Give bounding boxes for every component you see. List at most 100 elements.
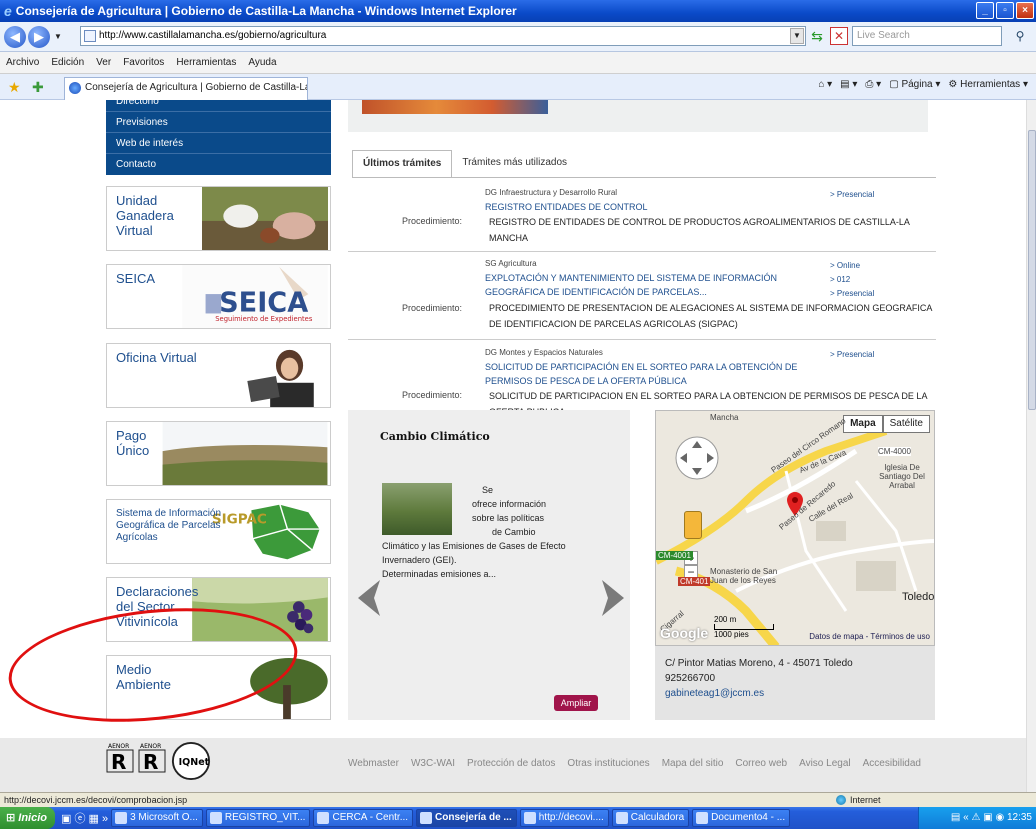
footer-link-accesibilidad[interactable]: Accesibilidad (863, 758, 921, 769)
menu-ayuda[interactable]: Ayuda (248, 57, 276, 68)
banner-title: SEICA (116, 271, 156, 286)
taskbar-item-active[interactable]: Consejería de ... (416, 809, 517, 827)
address-dropdown-icon[interactable]: ▼ (790, 28, 804, 44)
svg-text:R: R (143, 750, 158, 774)
procedure-dg: SG Agricultura (485, 259, 537, 268)
banner-unidad-ganadera[interactable]: Unidad Ganadera Virtual (106, 186, 331, 251)
vertical-scrollbar[interactable] (1026, 100, 1036, 792)
menu-herramientas[interactable]: Herramientas (176, 57, 236, 68)
address-input[interactable]: http://www.castillalamancha.es/gobierno/… (80, 26, 806, 46)
refresh-icon[interactable]: ⇆ (808, 27, 826, 45)
map-terms-link[interactable]: Datos de mapa - Términos de uso (809, 632, 930, 641)
google-map[interactable]: Mapa Satélite + − Mancha Paseo del Circo… (655, 410, 935, 646)
procedure-title-link[interactable]: REGISTRO ENTIDADES DE CONTROL (485, 200, 825, 214)
procedure-title-link[interactable]: EXPLOTACIÓN Y MANTENIMIENTO DEL SISTEMA … (485, 271, 815, 299)
quick-launch-icons[interactable]: ▣ ⓔ ▦ » (61, 810, 108, 826)
maximize-button[interactable]: ▫ (996, 2, 1014, 19)
sigpac-map-image: SIGPAC (211, 500, 329, 563)
livestock-image (202, 187, 328, 250)
banner-oficina-virtual[interactable]: Oficina Virtual (106, 343, 331, 408)
taskbar-item[interactable]: Calculadora (611, 809, 690, 827)
tab-tramites-utilizados[interactable]: Trámites más utilizados (452, 150, 577, 178)
map-type-button[interactable]: Mapa (843, 415, 883, 433)
taskbar-item[interactable]: http://decovi.... (519, 809, 609, 827)
procedure-item: DG Infraestructura y Desarrollo Rural RE… (348, 188, 936, 244)
nav-item-web-interes[interactable]: Web de interés (106, 133, 331, 154)
footer-link-instituciones[interactable]: Otras instituciones (567, 758, 649, 769)
menu-edicion[interactable]: Edición (51, 57, 84, 68)
nav-item-previsiones[interactable]: Previsiones (106, 112, 331, 133)
cert-label: AENOR (108, 743, 129, 750)
window-titlebar: e Consejería de Agricultura | Gobierno d… (0, 0, 1036, 22)
favorites-star-icon[interactable]: ★ (8, 79, 21, 96)
svg-text:SEICA: SEICA (219, 288, 308, 319)
tab-ultimos-tramites[interactable]: Últimos trámites (352, 150, 453, 178)
nav-item-directorio[interactable]: Directorio (106, 100, 331, 112)
page-icon (84, 30, 96, 42)
procedure-channel-012[interactable]: > 012 (830, 273, 874, 287)
page-menu[interactable]: ▢ Página ▾ (889, 79, 940, 90)
procedure-channel-online[interactable]: > Online (830, 259, 874, 273)
map-scale-metric: 200 m (714, 615, 737, 624)
previous-arrow-icon[interactable] (354, 578, 384, 618)
procedure-channel-link[interactable]: > Presencial (830, 348, 874, 362)
cambio-climatico-box: Cambio Climático Se ofrece información s… (348, 410, 630, 720)
home-icon[interactable]: ⌂ ▾ (818, 79, 832, 90)
footer-link-proteccion[interactable]: Protección de datos (467, 758, 555, 769)
map-pan-control-icon[interactable] (674, 435, 720, 481)
taskbar-item[interactable]: REGISTRO_VIT... (205, 809, 311, 827)
browser-tab[interactable]: Consejería de Agricultura | Gobierno de … (64, 77, 308, 100)
map-label: Monasterio de San Juan de los Reyes (710, 567, 778, 585)
history-dropdown-icon[interactable]: ▼ (54, 32, 62, 41)
cc-line: Se (482, 485, 494, 495)
procedure-divider (348, 339, 936, 340)
google-logo: Google (660, 625, 709, 641)
taskbar-item[interactable]: Documento4 - ... (692, 809, 791, 827)
add-favorite-icon[interactable]: ✚ (32, 79, 44, 96)
banner-seica[interactable]: SEICA Seguimiento de Expedientes SEICA (106, 264, 331, 329)
footer-link-correo[interactable]: Correo web (735, 758, 787, 769)
status-url: http://decovi.jccm.es/decovi/comprobacio… (4, 795, 188, 805)
footer-link-w3c[interactable]: W3C-WAI (411, 758, 455, 769)
feeds-icon[interactable]: ▤ ▾ (840, 79, 857, 90)
footer-link-webmaster[interactable]: Webmaster (348, 758, 399, 769)
tabs-divider (352, 177, 936, 178)
menu-ver[interactable]: Ver (96, 57, 111, 68)
tray-icons[interactable]: ▤ « ⚠ ▣ ◉ (951, 812, 1007, 823)
next-arrow-icon[interactable] (598, 578, 628, 618)
minimize-button[interactable]: _ (976, 2, 994, 19)
print-icon[interactable]: ⎙ ▾ (865, 79, 881, 90)
ampliar-button[interactable]: Ampliar (554, 695, 598, 711)
banner-pago-unico[interactable]: Pago Único (106, 421, 331, 486)
taskbar-item[interactable]: CERCA - Centr... (313, 809, 414, 827)
footer-link-aviso-legal[interactable]: Aviso Legal (799, 758, 851, 769)
satellite-type-button[interactable]: Satélite (882, 415, 930, 433)
footer-link-mapa-sitio[interactable]: Mapa del sitio (662, 758, 724, 769)
close-button[interactable]: × (1016, 2, 1034, 19)
stop-icon[interactable]: ✕ (830, 27, 848, 45)
search-input[interactable]: Live Search (852, 26, 1002, 46)
banner-sigpac[interactable]: SIGPAC Sistema de Información Geográfica… (106, 499, 331, 564)
cc-line: de Cambio (492, 527, 536, 537)
cert-label: IQNet (179, 757, 210, 768)
menu-favoritos[interactable]: Favoritos (123, 57, 164, 68)
street-view-pegman-icon[interactable] (684, 511, 702, 539)
scrollbar-thumb[interactable] (1028, 130, 1036, 410)
menu-archivo[interactable]: Archivo (6, 57, 39, 68)
procedure-channel-presencial[interactable]: > Presencial (830, 287, 874, 301)
forward-button[interactable]: ▶ (28, 25, 50, 48)
search-icon[interactable]: ⚲ (1008, 27, 1032, 45)
tools-menu[interactable]: ⚙ Herramientas ▾ (948, 79, 1028, 90)
map-label: Iglesia De Santiago Del Arrabal (879, 463, 925, 490)
procedure-channels: > Online > 012 > Presencial (830, 259, 874, 301)
start-button[interactable]: ⊞ Inicio (0, 807, 56, 829)
back-button[interactable]: ◀ (4, 25, 26, 48)
procedure-channel-link[interactable]: > Presencial (830, 188, 874, 202)
office-woman-image (221, 344, 329, 407)
map-label: CM-4000 (878, 447, 911, 456)
procedure-title-link[interactable]: SOLICITUD DE PARTICIPACIÓN EN EL SORTEO … (485, 360, 825, 388)
contact-email-link[interactable]: gabineteag1@jccm.es (665, 686, 935, 701)
taskbar-item[interactable]: 3 Microsoft O... (111, 809, 203, 827)
cc-line: Climático y las Emisiones de Gases de Ef… (382, 541, 566, 551)
nav-item-contacto[interactable]: Contacto (106, 154, 331, 175)
